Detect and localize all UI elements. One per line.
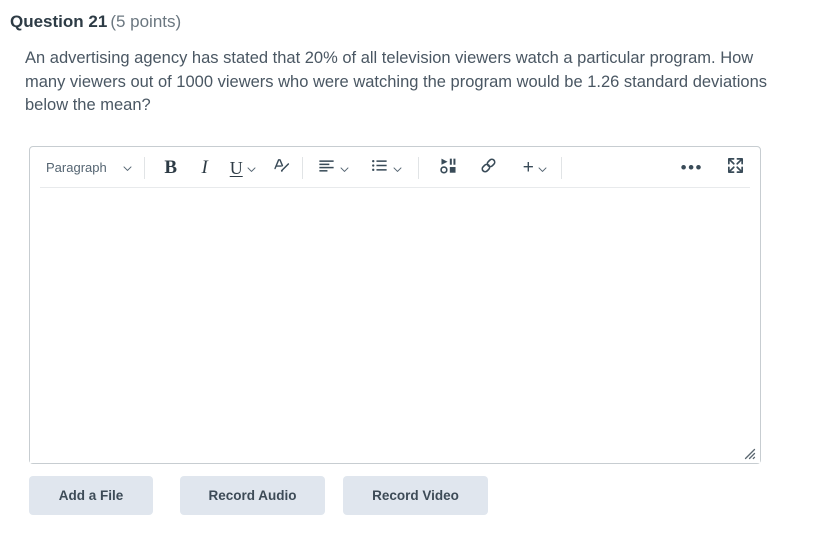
question-title: Question 21 bbox=[10, 12, 108, 31]
more-options-icon: ••• bbox=[680, 158, 703, 177]
media-button[interactable] bbox=[436, 154, 462, 182]
underline-icon: U bbox=[229, 157, 243, 178]
chevron-down-icon bbox=[537, 162, 548, 173]
insert-button[interactable]: + bbox=[520, 154, 549, 182]
media-icon bbox=[439, 156, 458, 180]
record-video-button[interactable]: Record Video bbox=[343, 476, 488, 515]
add-file-button[interactable]: Add a File bbox=[29, 476, 153, 515]
rich-content-editor: Paragraph B I U + ••• bbox=[29, 146, 761, 464]
align-left-icon bbox=[317, 156, 336, 180]
chevron-down-icon bbox=[122, 162, 133, 173]
italic-button[interactable]: I bbox=[192, 154, 218, 182]
link-icon bbox=[479, 156, 498, 180]
align-button[interactable] bbox=[314, 154, 351, 182]
underline-button[interactable]: U bbox=[227, 154, 258, 182]
chevron-down-icon bbox=[339, 162, 350, 173]
block-format-dropdown[interactable]: Paragraph bbox=[40, 154, 137, 182]
toolbar-separator bbox=[301, 156, 303, 179]
bold-button[interactable]: B bbox=[158, 154, 184, 182]
fullscreen-button[interactable] bbox=[722, 154, 748, 182]
editor-toolbar: Paragraph B I U + ••• bbox=[30, 147, 760, 188]
text-color-button[interactable] bbox=[269, 154, 295, 182]
insert-plus-icon: + bbox=[522, 157, 534, 178]
toolbar-separator bbox=[417, 156, 419, 179]
block-format-label: Paragraph bbox=[46, 160, 107, 175]
question-points: (5 points) bbox=[110, 12, 182, 31]
more-options-button[interactable]: ••• bbox=[678, 154, 706, 182]
question-header: Question 21 (5 points) bbox=[10, 11, 181, 33]
bullet-list-icon bbox=[370, 156, 389, 180]
attachment-buttons: Add a File Record Audio Record Video bbox=[29, 476, 488, 515]
list-button[interactable] bbox=[367, 154, 404, 182]
bold-icon: B bbox=[164, 157, 178, 178]
text-color-icon bbox=[272, 156, 291, 180]
question-text: An advertising agency has stated that 20… bbox=[25, 49, 767, 114]
editor-text-area[interactable] bbox=[30, 188, 760, 463]
toolbar-separator bbox=[143, 156, 145, 179]
chevron-down-icon bbox=[392, 162, 403, 173]
record-audio-button[interactable]: Record Audio bbox=[180, 476, 325, 515]
italic-icon: I bbox=[201, 157, 208, 178]
toolbar-separator bbox=[560, 156, 562, 179]
resize-handle[interactable] bbox=[740, 444, 756, 460]
fullscreen-icon bbox=[726, 156, 745, 180]
link-button[interactable] bbox=[476, 154, 502, 182]
chevron-down-icon bbox=[246, 162, 257, 173]
